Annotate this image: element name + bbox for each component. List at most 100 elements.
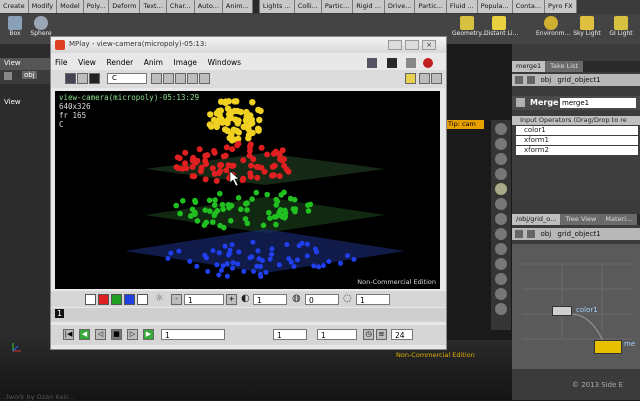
play-forward-button[interactable]: ▶ bbox=[143, 329, 154, 340]
shelf-tab[interactable]: Conta... bbox=[512, 0, 546, 13]
shelf-tab[interactable]: Anim... bbox=[222, 0, 253, 13]
color-node[interactable] bbox=[552, 306, 572, 316]
scene-view-tab[interactable]: View bbox=[4, 59, 21, 67]
network-editor[interactable]: color1 me bbox=[512, 244, 640, 369]
gi-light-tool[interactable]: GI Light bbox=[606, 16, 636, 37]
end-frame-field[interactable]: 1 bbox=[317, 329, 357, 340]
shelf-tab[interactable]: Fluid ... bbox=[446, 0, 478, 13]
gamma-increase-button[interactable]: + bbox=[226, 294, 237, 305]
render-image[interactable]: view-camera(micropoly)-05:13:29 640x326 … bbox=[55, 91, 440, 289]
alpha-icon[interactable] bbox=[77, 73, 88, 84]
input-operator-row[interactable]: xform2 bbox=[516, 146, 638, 155]
tab-tree-view[interactable]: Tree View bbox=[561, 214, 602, 225]
menu-image[interactable]: Image bbox=[170, 57, 202, 69]
node-name-field[interactable]: merge1 bbox=[560, 98, 636, 108]
shelf-tab[interactable]: Colli... bbox=[294, 0, 322, 13]
alpha-swatch[interactable] bbox=[137, 294, 148, 305]
home-icon[interactable] bbox=[495, 138, 507, 150]
ghost-icon[interactable] bbox=[495, 288, 507, 300]
render-icon[interactable] bbox=[495, 303, 507, 315]
gamma-decrease-button[interactable]: - bbox=[171, 294, 182, 305]
channel-select[interactable]: C bbox=[107, 73, 147, 84]
stop-button[interactable]: ■ bbox=[111, 329, 122, 340]
display-options-icon[interactable] bbox=[495, 183, 507, 195]
menu-windows[interactable]: Windows bbox=[204, 57, 245, 69]
step-forward-button[interactable]: ▷ bbox=[127, 329, 138, 340]
green-swatch[interactable] bbox=[111, 294, 122, 305]
snapshot-icon[interactable] bbox=[495, 198, 507, 210]
gamma-field[interactable]: 1 bbox=[184, 294, 224, 305]
frame-settings-button[interactable]: ≡ bbox=[376, 329, 387, 340]
tab-take-list[interactable]: Take List bbox=[546, 61, 583, 72]
options-icon[interactable] bbox=[431, 73, 442, 84]
start-frame-field[interactable]: 1 bbox=[273, 329, 307, 340]
stop-render-icon[interactable] bbox=[423, 58, 433, 68]
color-correct-icon[interactable] bbox=[199, 73, 210, 84]
path-node[interactable]: grid_object1 bbox=[557, 76, 600, 84]
layout-icon[interactable] bbox=[405, 73, 416, 84]
blue-swatch[interactable] bbox=[124, 294, 135, 305]
nav-back-icon[interactable] bbox=[515, 76, 523, 84]
sky-light-tool[interactable]: Sky Light bbox=[572, 16, 602, 37]
compare-icon[interactable] bbox=[187, 73, 198, 84]
path-obj[interactable]: obj bbox=[22, 71, 37, 79]
path-obj[interactable]: obj bbox=[540, 230, 551, 238]
step-back-button[interactable]: ◁ bbox=[95, 329, 106, 340]
sphere-tool[interactable]: Sphere bbox=[26, 16, 56, 37]
section-header[interactable]: Input Operators (Drag/Drop to re bbox=[512, 116, 640, 125]
shelf-tab[interactable]: Pyro FX bbox=[545, 0, 577, 13]
menu-render[interactable]: Render bbox=[102, 57, 137, 69]
realtime-button[interactable]: ◷ bbox=[363, 329, 374, 340]
menu-anim[interactable]: Anim bbox=[140, 57, 167, 69]
link-icon[interactable] bbox=[406, 58, 416, 68]
input-operator-row[interactable]: xform1 bbox=[516, 136, 638, 145]
menu-file[interactable]: File bbox=[51, 57, 72, 69]
render-icon[interactable] bbox=[387, 58, 397, 68]
merge-node[interactable] bbox=[594, 340, 622, 354]
shelf-tab[interactable]: Partic... bbox=[321, 0, 354, 13]
camera-icon[interactable] bbox=[495, 168, 507, 180]
shelf-tab[interactable]: Text... bbox=[140, 0, 167, 13]
fps-field[interactable]: 24 bbox=[391, 329, 413, 340]
path-obj[interactable]: obj bbox=[540, 76, 551, 84]
play-backward-button[interactable]: ◀ bbox=[79, 329, 90, 340]
tab-network[interactable]: /obj/grid_o... bbox=[512, 214, 562, 225]
shelf-tab[interactable]: Partic... bbox=[415, 0, 447, 13]
shelf-tab[interactable]: Lights ... bbox=[259, 0, 295, 13]
wireframe-icon[interactable] bbox=[495, 228, 507, 240]
lock-camera-icon[interactable] bbox=[495, 123, 507, 135]
visibility-icon[interactable] bbox=[495, 258, 507, 270]
shelf-tab[interactable]: Popula... bbox=[477, 0, 513, 13]
tab-material[interactable]: Materi... bbox=[601, 214, 638, 225]
input-operator-row[interactable]: color1 bbox=[516, 126, 638, 135]
distant-light-tool[interactable]: Distant Li... bbox=[484, 16, 518, 37]
nav-back-icon[interactable] bbox=[4, 72, 12, 80]
shelf-tab[interactable]: Modify bbox=[28, 0, 58, 13]
pixel-icon[interactable] bbox=[175, 73, 186, 84]
grid-icon[interactable] bbox=[419, 73, 430, 84]
close-button[interactable]: × bbox=[422, 40, 436, 50]
grid-icon[interactable] bbox=[495, 243, 507, 255]
nav-forward-icon[interactable] bbox=[527, 76, 536, 84]
geometry-light-tool[interactable]: Geometry... bbox=[452, 16, 487, 37]
minimize-button[interactable] bbox=[388, 40, 402, 50]
shelf-tab[interactable]: Rigid ... bbox=[353, 0, 385, 13]
shelf-tab[interactable]: Drive... bbox=[384, 0, 416, 13]
mplay-titlebar[interactable]: MPlay - view-camera(micropoly)-05:13: × bbox=[51, 37, 446, 53]
zoom-icon[interactable] bbox=[151, 73, 162, 84]
shelf-tab[interactable]: Create bbox=[0, 0, 29, 13]
nav-forward-icon[interactable] bbox=[527, 230, 536, 238]
display-mode-icon[interactable] bbox=[65, 73, 76, 84]
white-point-field[interactable]: 1 bbox=[356, 294, 390, 305]
shelf-tab[interactable]: Poly... bbox=[83, 0, 110, 13]
frame-all-icon[interactable] bbox=[495, 153, 507, 165]
tab-merge1[interactable]: merge1 bbox=[512, 61, 547, 72]
exposure-field[interactable]: 1 bbox=[253, 294, 287, 305]
background-icon[interactable] bbox=[89, 73, 100, 84]
menu-view[interactable]: View bbox=[74, 57, 100, 69]
first-frame-button[interactable]: |◀ bbox=[63, 329, 74, 340]
selection-icon[interactable] bbox=[495, 273, 507, 285]
maximize-button[interactable] bbox=[405, 40, 419, 50]
environment-light-tool[interactable]: Environm... bbox=[536, 16, 570, 37]
shelf-tab[interactable]: Model bbox=[57, 0, 84, 13]
